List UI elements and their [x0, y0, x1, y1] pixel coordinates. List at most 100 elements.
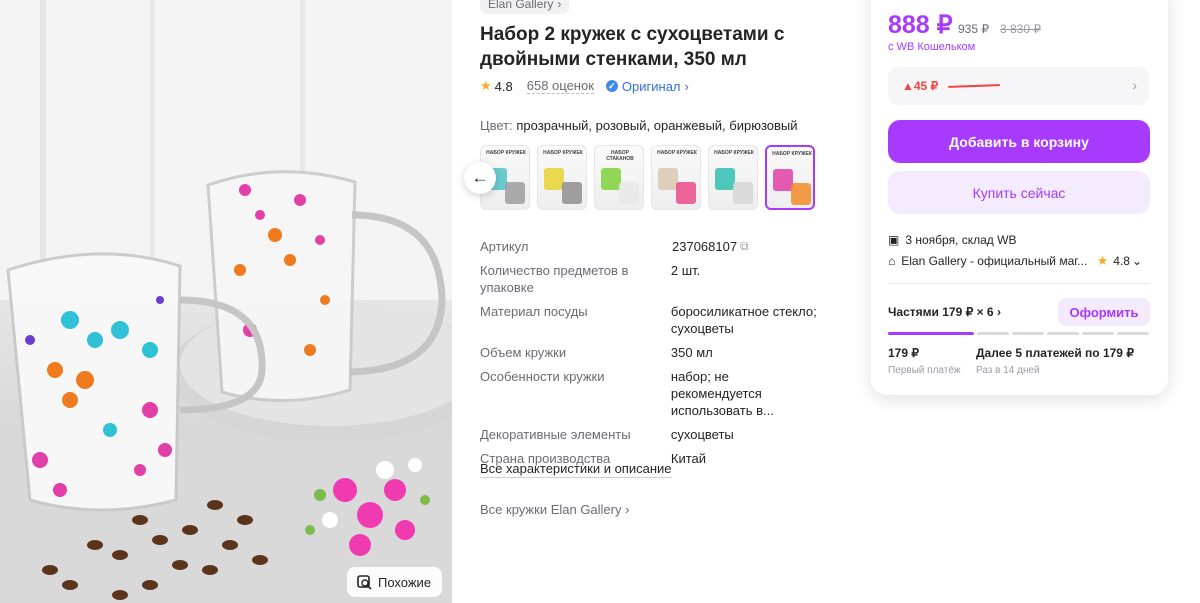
installment-segment [1082, 332, 1114, 335]
color-variant-thumb[interactable]: НАБОР КРУЖЕК [537, 145, 587, 210]
color-variant-thumb[interactable]: НАБОР СТАКАНОВ [594, 145, 644, 210]
spec-key: Количество предметов в упаковке [480, 263, 629, 295]
add-to-cart-button[interactable]: Добавить в корзину [888, 120, 1150, 163]
thumb-mug [715, 168, 735, 190]
copy-icon[interactable]: ⧉ [740, 238, 749, 255]
price-without-wallet: 935 ₽ [958, 22, 989, 36]
price-drop-label: ▲45 ₽ [902, 79, 939, 93]
chevron-right-icon: › [557, 0, 562, 11]
installment-segment [1012, 332, 1044, 335]
price-card: 888 ₽ 935 ₽ 3 830 ₽ с WB Кошельком ▲45 ₽… [871, 0, 1168, 395]
all-brand-link[interactable]: Все кружки Elan Gallery › [480, 502, 629, 517]
spec-row: Материал посуды боросиликатное стекло; су… [480, 303, 820, 337]
color-variant-thumb[interactable]: НАБОР КРУЖЕК [708, 145, 758, 210]
spec-key: Артикул [480, 239, 529, 254]
thumb-mug [601, 168, 621, 190]
buy-now-button[interactable]: Купить сейчас [888, 171, 1150, 214]
spec-row: Артикул 237068107 ⧉ [480, 238, 820, 255]
brand-chip[interactable]: Elan Gallery › [480, 0, 570, 14]
spec-value: Китай [670, 451, 707, 466]
rest-payments-schedule: Раз в 14 дней [976, 365, 1040, 376]
star-icon: ★ [480, 78, 492, 93]
first-payment-amount: 179 ₽ [888, 346, 919, 360]
spec-row: Декоративные элементы сухоцветы [480, 426, 820, 443]
rating-value: 4.8 [494, 78, 513, 94]
chevron-right-icon: › [684, 78, 689, 94]
spec-row: Количество предметов в упаковке 2 шт. [480, 262, 820, 296]
delivery-info: ▣ 3 ноября, склад WB [888, 233, 1016, 247]
original-label: Оригинал [621, 78, 681, 94]
first-payment-label: Первый платёж [888, 365, 961, 376]
installments-text: Частями 179 ₽ × 6 [888, 305, 994, 319]
spec-key: Декоративные элементы [480, 427, 631, 442]
color-variant-thumb[interactable]: НАБОР КРУЖЕК [651, 145, 701, 210]
thumb-label: НАБОР КРУЖЕК [486, 150, 526, 156]
color-label: Цвет: [480, 118, 513, 133]
seller-row[interactable]: ⌂ Elan Gallery - официальный маг... ★ 4.… [888, 253, 1150, 269]
chevron-down-icon: ⌄ [1131, 254, 1142, 268]
chevron-right-icon: › [1132, 77, 1137, 93]
seller-rating: ★ 4.8 ⌄ [1097, 253, 1142, 269]
seller-rating-value: 4.8 [1113, 254, 1130, 268]
thumb-mug [658, 168, 678, 190]
thumb-mug [791, 183, 811, 205]
spec-table: Артикул 237068107 ⧉ Количество предметов в … [480, 238, 820, 474]
check-badge-icon: ✓ [605, 80, 618, 92]
spec-key: Особенности кружки [480, 369, 605, 384]
thumb-mug [733, 182, 753, 204]
seller-name: Elan Gallery - официальный маг... [901, 254, 1088, 268]
installment-segment [1117, 332, 1149, 335]
box-icon: ▣ [888, 233, 900, 247]
thumb-mug [562, 182, 582, 204]
spec-value: набор; не рекомендуется использовать в..… [670, 369, 774, 418]
prev-variant-button[interactable]: ← [464, 162, 496, 194]
wallet-note: с WB Кошельком [888, 41, 976, 53]
original-badge[interactable]: ✓ Оригинал › [605, 78, 689, 94]
installment-segment [1047, 332, 1079, 335]
thumb-mug [505, 182, 525, 204]
chevron-right-icon: › [996, 305, 1001, 319]
delivery-date: 3 ноября, склад WB [905, 233, 1017, 247]
all-brand-label: Все кружки Elan Gallery [480, 502, 622, 517]
star-icon: ★ [1096, 253, 1109, 268]
price-main: 888 ₽ [888, 11, 953, 39]
color-variants: НАБОР КРУЖЕК НАБОР КРУЖЕК НАБОР СТАКАНОВ НА… [480, 145, 815, 210]
thumb-mug [676, 182, 696, 204]
store-icon: ⌂ [888, 254, 896, 268]
reviews-link[interactable]: 658 оценок [526, 78, 594, 94]
product-main-photo[interactable]: Похожие [0, 0, 452, 603]
spec-value: 2 шт. [670, 263, 701, 278]
spec-row: Особенности кружки набор; не рекомендуетс… [480, 368, 820, 419]
spec-key: Объем кружки [480, 345, 567, 360]
all-characteristics-link[interactable]: Все характеристики и описание [480, 461, 672, 478]
product-title: Набор 2 кружек с сухоцветами с двойными … [480, 24, 785, 70]
spec-value: боросиликатное стекло; сухоцветы [670, 304, 817, 336]
product-photo-illustration [0, 0, 452, 603]
thumb-label: НАБОР КРУЖЕК [714, 150, 754, 156]
thumb-label: НАБОР КРУЖЕК [657, 150, 697, 156]
color-row: Цвет: прозрачный, розовый, оранжевый, би… [480, 118, 798, 133]
thumb-label: НАБОР КРУЖЕК [543, 150, 583, 156]
thumb-mug [544, 168, 564, 190]
spec-key: Материал посуды [480, 304, 588, 319]
thumb-mug [773, 169, 793, 191]
rest-payments: Далее 5 платежей по 179 ₽ [976, 346, 1134, 360]
price-history[interactable]: ▲45 ₽ › [888, 67, 1149, 105]
rating-row: ★ 4.8 658 оценок ✓ Оригинал › [480, 78, 689, 94]
spec-value: 350 мл [670, 345, 713, 360]
similar-search-icon [357, 574, 372, 590]
color-value: прозрачный, розовый, оранжевый, бирюзовы… [516, 118, 798, 133]
similar-button[interactable]: Похожие [347, 567, 442, 597]
installment-segment [977, 332, 1009, 335]
installments-checkout-button[interactable]: Оформить [1058, 298, 1150, 326]
price-trend-line [948, 84, 1001, 88]
thumb-label: НАБОР КРУЖЕК [772, 151, 812, 157]
arrow-left-icon: ← [471, 168, 489, 187]
chevron-right-icon: › [625, 502, 630, 517]
installment-segment [888, 332, 974, 335]
installments-progress [888, 332, 1150, 335]
color-variant-thumb[interactable]: НАБОР КРУЖЕК [765, 145, 815, 210]
thumb-mug [619, 182, 639, 204]
installments-label[interactable]: Частями 179 ₽ × 6 › [888, 305, 1001, 319]
divider [888, 283, 1150, 284]
